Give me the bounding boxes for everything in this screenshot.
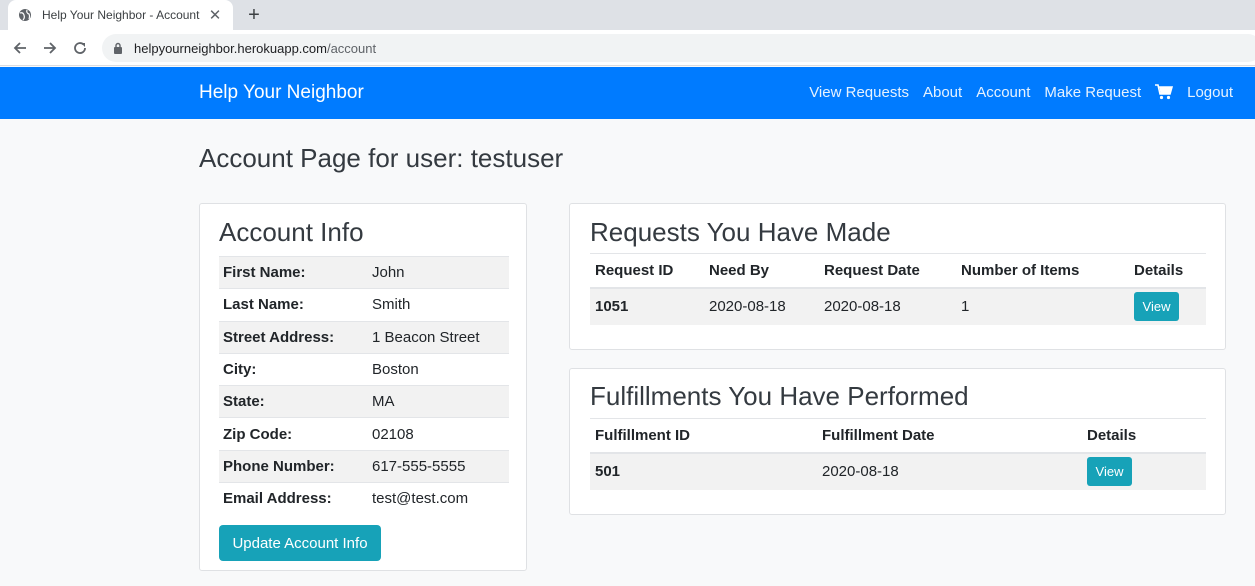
table-header-row: Fulfillment ID Fulfillment Date Details — [590, 418, 1206, 453]
number-of-items: 1 — [961, 298, 970, 315]
nav-about[interactable]: About — [923, 84, 962, 101]
column-header: Need By — [709, 261, 770, 279]
lock-icon — [112, 42, 124, 54]
page-title: Account Page for user: testuser — [199, 143, 564, 173]
table-row: City: Boston — [219, 353, 509, 385]
request-id: 1051 — [595, 298, 629, 315]
account-info-heading: Account Info — [219, 217, 364, 247]
table-row: Last Name: Smith — [219, 288, 509, 321]
nav-make-request[interactable]: Make Request — [1044, 84, 1141, 101]
field-value: John — [372, 264, 405, 282]
request-date: 2020-08-18 — [824, 298, 901, 315]
nav-view-requests[interactable]: View Requests — [809, 84, 909, 101]
details-cell: View — [1082, 453, 1206, 490]
fulfillments-table: Fulfillment ID Fulfillment Date Details … — [590, 418, 1206, 490]
field-label: City: — [223, 361, 257, 379]
field-label: Phone Number: — [223, 457, 335, 475]
fulfillment-date: 2020-08-18 — [822, 463, 899, 480]
close-tab-icon[interactable]: ✕ — [207, 6, 223, 24]
browser-toolbar: helpyourneighbor.herokuapp.com/account — [0, 30, 1255, 66]
account-info-card: Account Info First Name: John Last Name:… — [199, 203, 527, 571]
need-by: 2020-08-18 — [709, 298, 786, 315]
column-header: Details — [1087, 426, 1137, 444]
url-text: helpyourneighbor.herokuapp.com/account — [134, 40, 377, 56]
table-row: Zip Code: 02108 — [219, 417, 509, 450]
view-request-button[interactable]: View — [1134, 292, 1179, 321]
requests-heading: Requests You Have Made — [590, 217, 891, 247]
table-row: 501 2020-08-18 View — [590, 452, 1206, 490]
column-header: Number of Items — [961, 261, 1080, 279]
forward-arrow-icon[interactable] — [40, 38, 60, 58]
field-label: Last Name: — [223, 296, 304, 314]
field-value: Boston — [372, 361, 419, 379]
table-row: Phone Number: 617-555-5555 — [219, 450, 509, 483]
table-row: State: MA — [219, 385, 509, 418]
column-header: Details — [1134, 261, 1184, 279]
field-value: test@test.com — [372, 490, 469, 508]
table-row: 1051 2020-08-18 2020-08-18 1 View — [590, 287, 1206, 325]
column-header: Fulfillment ID — [595, 426, 690, 444]
table-row: First Name: John — [219, 256, 509, 289]
tab-title: Help Your Neighbor - Account — [42, 8, 200, 22]
field-label: Zip Code: — [223, 425, 293, 443]
column-header: Request ID — [595, 261, 674, 279]
field-value: Smith — [372, 296, 411, 314]
requests-table: Request ID Need By Request Date Number o… — [590, 253, 1206, 325]
column-header: Request Date — [824, 261, 920, 279]
fulfillments-card: Fulfillments You Have Performed Fulfillm… — [569, 368, 1226, 515]
field-label: Street Address: — [223, 328, 335, 346]
fulfillments-heading: Fulfillments You Have Performed — [590, 381, 969, 411]
requests-card: Requests You Have Made Request ID Need B… — [569, 203, 1226, 350]
table-row: Email Address: test@test.com — [219, 482, 509, 515]
field-value: 02108 — [372, 425, 414, 443]
brand-link[interactable]: Help Your Neighbor — [199, 82, 364, 104]
nav-links: View Requests About Account Make Request… — [809, 83, 1233, 101]
field-value: 617-555-5555 — [372, 457, 466, 475]
globe-icon — [18, 8, 32, 22]
field-label: First Name: — [223, 264, 306, 282]
column-header: Fulfillment Date — [822, 426, 935, 444]
view-fulfillment-button[interactable]: View — [1087, 457, 1132, 486]
field-label: Email Address: — [223, 490, 332, 508]
field-value: 1 Beacon Street — [372, 328, 480, 346]
table-row: Street Address: 1 Beacon Street — [219, 321, 509, 354]
nav-account[interactable]: Account — [976, 84, 1030, 101]
nav-logout[interactable]: Logout — [1187, 84, 1233, 101]
account-info-table: First Name: John Last Name: Smith Street… — [219, 256, 509, 515]
fulfillment-id: 501 — [595, 463, 621, 480]
reload-icon[interactable] — [70, 38, 90, 58]
new-tab-icon[interactable]: + — [244, 3, 264, 27]
browser-tab-strip: Help Your Neighbor - Account ✕ + — [0, 0, 1255, 30]
shopping-cart-icon[interactable] — [1155, 83, 1174, 101]
back-arrow-icon[interactable] — [10, 38, 30, 58]
update-account-button[interactable]: Update Account Info — [219, 525, 381, 561]
address-bar[interactable]: helpyourneighbor.herokuapp.com/account — [102, 34, 1255, 62]
table-header-row: Request ID Need By Request Date Number o… — [590, 253, 1206, 288]
browser-tab[interactable]: Help Your Neighbor - Account ✕ — [8, 0, 233, 30]
app-navbar: Help Your Neighbor View Requests About A… — [0, 67, 1255, 119]
details-cell: View — [1129, 288, 1206, 325]
field-value: MA — [372, 393, 395, 411]
field-label: State: — [223, 393, 265, 411]
